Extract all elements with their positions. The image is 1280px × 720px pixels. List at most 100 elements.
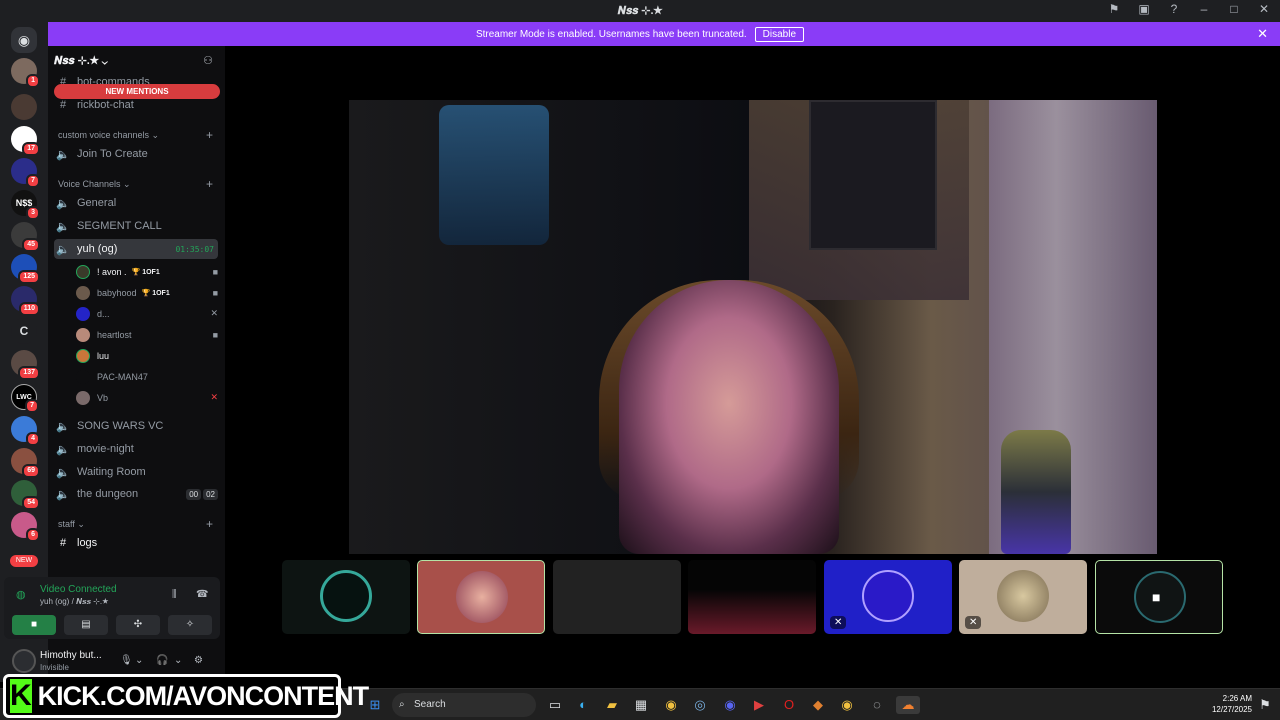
participant-tile[interactable]: [688, 560, 816, 634]
voice-member[interactable]: Vb ✕: [76, 388, 218, 407]
store-icon[interactable]: ▦: [632, 696, 650, 714]
voice-channel-yuh-og[interactable]: 🔈 yuh (og) 01:35:07: [54, 239, 218, 259]
voice-member[interactable]: PAC-MAN47: [76, 367, 218, 386]
server-icon[interactable]: 69: [11, 448, 40, 478]
app-icon[interactable]: ◆: [809, 696, 827, 714]
opera-icon[interactable]: O: [780, 696, 798, 714]
folder-icon[interactable]: ▰: [603, 696, 621, 714]
add-channel-icon[interactable]: +: [206, 517, 213, 531]
voice-channel-join-to-create[interactable]: 🔈 Join To Create: [54, 144, 218, 164]
channel-label: movie-night: [77, 443, 134, 455]
server-icon[interactable]: LWC 7: [11, 384, 39, 413]
member-name: PAC-MAN47: [97, 371, 148, 382]
category-voice-channels[interactable]: Voice Channels ⌄: [58, 179, 131, 190]
voice-channel-song-wars[interactable]: 🔈 SONG WARS VC: [54, 416, 218, 436]
avatar: [76, 306, 90, 321]
server-icon[interactable]: 45: [11, 222, 40, 252]
camera-icon: ■: [212, 287, 218, 298]
add-channel-icon[interactable]: +: [206, 177, 213, 191]
mic-icon[interactable]: 🎙: [120, 655, 133, 666]
voice-channel-movie-night[interactable]: 🔈 movie-night: [54, 439, 218, 459]
participant-tile[interactable]: ✕: [824, 560, 952, 634]
voice-member[interactable]: ! avon . 🏆 1OF1 ■: [76, 262, 218, 281]
server-icon[interactable]: 4: [11, 416, 40, 446]
banner-close-icon[interactable]: ✕: [1257, 26, 1268, 42]
participant-tile[interactable]: [282, 560, 410, 634]
chrome-icon[interactable]: ◉: [838, 696, 856, 714]
server-icon[interactable]: 17: [11, 126, 40, 156]
speaker-icon: 🔈: [56, 243, 70, 256]
screen-share-button[interactable]: ▤: [64, 615, 108, 635]
server-icon[interactable]: 137: [11, 350, 40, 380]
camera-toggle-button[interactable]: ■: [12, 615, 56, 635]
voice-channel-waiting-room[interactable]: 🔈 Waiting Room: [54, 462, 218, 482]
voice-channel-segment-call[interactable]: 🔈 SEGMENT CALL: [54, 216, 218, 236]
voice-channel-the-dungeon[interactable]: 🔈 the dungeon 00 02: [54, 484, 218, 504]
voice-member[interactable]: luu: [76, 346, 218, 365]
server-icon[interactable]: 7: [11, 158, 40, 188]
screen-icon[interactable]: ▣: [1136, 2, 1152, 16]
speaker-icon: 🔈: [56, 443, 70, 456]
taskbar-search[interactable]: ⌕ Search: [392, 693, 536, 717]
inbox-icon[interactable]: ⚑: [1106, 2, 1122, 16]
server-icon[interactable]: 125: [11, 254, 40, 284]
server-icon[interactable]: 6: [11, 512, 40, 542]
server-icon[interactable]: [11, 94, 37, 120]
video-microphone: [1001, 430, 1071, 554]
server-icon[interactable]: 54: [11, 480, 40, 510]
channel-rickbot-chat[interactable]: # rickbot-chat: [54, 95, 218, 115]
participant-tile[interactable]: [417, 560, 545, 634]
discord-icon[interactable]: ◉: [721, 696, 739, 714]
voice-member[interactable]: babyhood 🏆 1OF1 ■: [76, 283, 218, 302]
noise-suppression-icon[interactable]: ⫼: [172, 589, 177, 600]
participant-tile[interactable]: ✕: [959, 560, 1087, 634]
signal-icon[interactable]: ◍: [16, 588, 26, 601]
server-icon[interactable]: 1: [11, 58, 40, 88]
steam-icon[interactable]: ◎: [691, 696, 709, 714]
chevron-down-icon[interactable]: ⌄: [135, 655, 143, 666]
voice-member[interactable]: heartlost ■: [76, 325, 218, 344]
new-servers-pill[interactable]: NEW: [10, 555, 38, 567]
headphones-icon[interactable]: 🎧: [156, 655, 168, 666]
voice-channel-general[interactable]: 🔈 General: [54, 193, 218, 213]
channel-label: logs: [77, 537, 98, 549]
avatar: [456, 571, 508, 623]
notification-icon[interactable]: ⚑: [1256, 696, 1274, 714]
chevron-down-icon[interactable]: ⌄: [174, 655, 182, 666]
soundboard-button[interactable]: ✧: [168, 615, 212, 635]
close-icon[interactable]: ✕: [1256, 2, 1272, 16]
task-view-icon[interactable]: ▭: [546, 696, 564, 714]
avatar[interactable]: [12, 649, 36, 673]
category-staff[interactable]: staff ⌄: [58, 519, 85, 530]
app-icon[interactable]: ☁: [896, 696, 920, 714]
channel-label: Waiting Room: [77, 466, 146, 478]
participant-tile[interactable]: ■: [1095, 560, 1223, 634]
start-icon[interactable]: ⊞: [366, 696, 384, 714]
chrome-icon[interactable]: ◉: [662, 696, 680, 714]
server-icon[interactable]: C: [11, 318, 37, 344]
avatar: [997, 570, 1049, 622]
minimize-icon[interactable]: –: [1196, 2, 1212, 16]
category-custom-voice[interactable]: custom voice channels ⌄: [58, 130, 159, 141]
participant-tile[interactable]: [553, 560, 681, 634]
help-icon[interactable]: ?: [1166, 2, 1182, 16]
server-name[interactable]: 𝑵𝒔𝒔 ⊹.★ ⌄: [54, 54, 108, 68]
app-icon[interactable]: ▶: [750, 696, 768, 714]
add-member-icon[interactable]: ⚇: [203, 54, 213, 67]
obs-icon[interactable]: ◌: [868, 696, 886, 714]
channel-logs[interactable]: # logs: [54, 533, 218, 553]
focused-video-stream[interactable]: [349, 100, 1157, 554]
maximize-icon[interactable]: □: [1226, 2, 1242, 16]
disconnect-icon[interactable]: ☎: [196, 589, 208, 600]
gear-icon[interactable]: ⚙: [194, 655, 203, 666]
discord-home-icon[interactable]: ◉: [11, 27, 37, 53]
server-icon[interactable]: N$$ 3: [11, 190, 40, 220]
add-channel-icon[interactable]: +: [206, 128, 213, 142]
edge-icon[interactable]: ◐: [574, 696, 592, 714]
taskbar-clock[interactable]: 2:26 AM 12/27/2025: [1212, 693, 1252, 715]
activities-button[interactable]: ✣: [116, 615, 160, 635]
server-icon[interactable]: 110: [11, 286, 40, 316]
disable-button[interactable]: Disable: [754, 26, 805, 42]
channel-label: General: [77, 197, 117, 209]
voice-member[interactable]: d... ✕: [76, 304, 218, 323]
